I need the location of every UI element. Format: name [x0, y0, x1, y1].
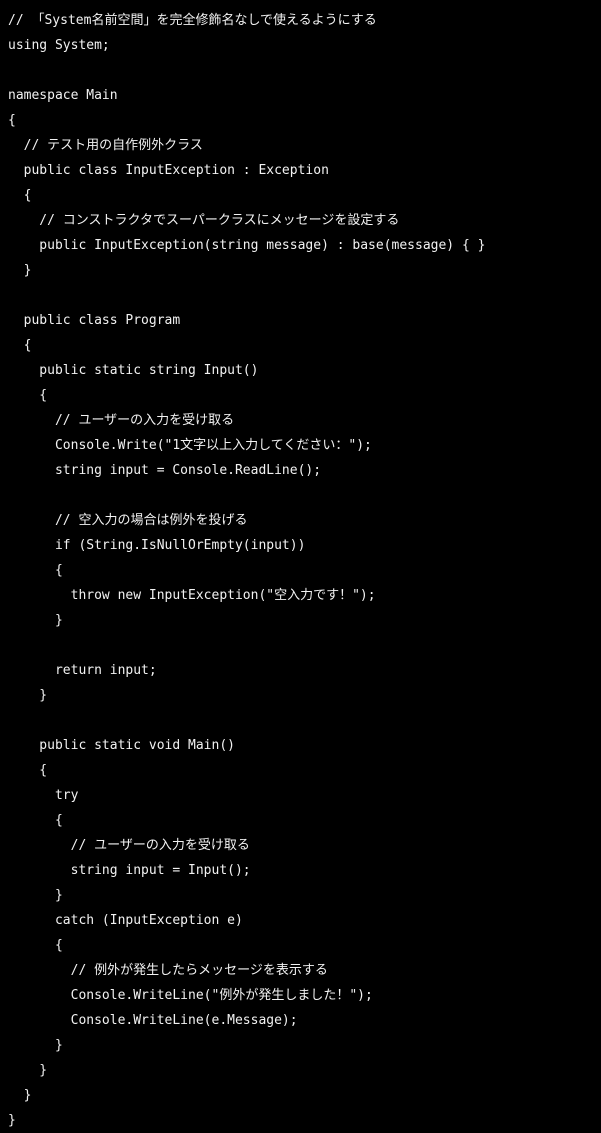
code-line: } [8, 1088, 32, 1103]
code-line: } [8, 263, 32, 278]
code-line: public static string Input() [8, 363, 259, 378]
code-line: // ユーザーの入力を受け取る [8, 838, 250, 853]
code-line: // コンストラクタでスーパークラスにメッセージを設定する [8, 213, 400, 228]
code-line: throw new InputException("空入力です！"); [8, 588, 376, 603]
code-line: } [8, 1063, 48, 1078]
code-line: { [8, 113, 16, 128]
code-line: string input = Input(); [8, 863, 251, 878]
code-line: { [8, 388, 48, 403]
code-line: // 空入力の場合は例外を投げる [8, 513, 248, 528]
code-line: public static void Main() [8, 738, 235, 753]
code-line: namespace Main [8, 88, 118, 103]
code-line: { [8, 763, 48, 778]
code-line: public class Program [8, 313, 181, 328]
code-line: // テスト用の自作例外クラス [8, 138, 203, 153]
code-line: { [8, 938, 63, 953]
code-line: // 「System名前空間」を完全修飾名なしで使えるようにする [8, 13, 377, 28]
code-line: { [8, 338, 32, 353]
code-line: } [8, 1038, 63, 1053]
code-line: } [8, 613, 63, 628]
code-editor-view[interactable]: // 「System名前空間」を完全修飾名なしで使えるようにする using Sy… [0, 0, 601, 1128]
code-line: return input; [8, 663, 157, 678]
code-line: catch (InputException e) [8, 913, 243, 928]
code-line: string input = Console.ReadLine(); [8, 463, 322, 478]
code-line: using System; [8, 38, 110, 53]
code-line: // ユーザーの入力を受け取る [8, 413, 235, 428]
code-line: } [8, 888, 63, 903]
code-line: // 例外が発生したらメッセージを表示する [8, 963, 328, 978]
code-line: if (String.IsNullOrEmpty(input)) [8, 538, 306, 553]
code-line: try [8, 788, 79, 803]
code-line: Console.Write("1文字以上入力してください："); [8, 438, 372, 453]
code-line: Console.WriteLine("例外が発生しました！"); [8, 988, 373, 1003]
code-line: Console.WriteLine(e.Message); [8, 1013, 298, 1028]
code-line: } [8, 688, 48, 703]
code-line: public class InputException : Exception [8, 163, 329, 178]
code-line: { [8, 188, 32, 203]
code-line: public InputException(string message) : … [8, 238, 486, 253]
code-line: { [8, 813, 63, 828]
code-line: } [8, 1113, 16, 1128]
code-line: { [8, 563, 63, 578]
